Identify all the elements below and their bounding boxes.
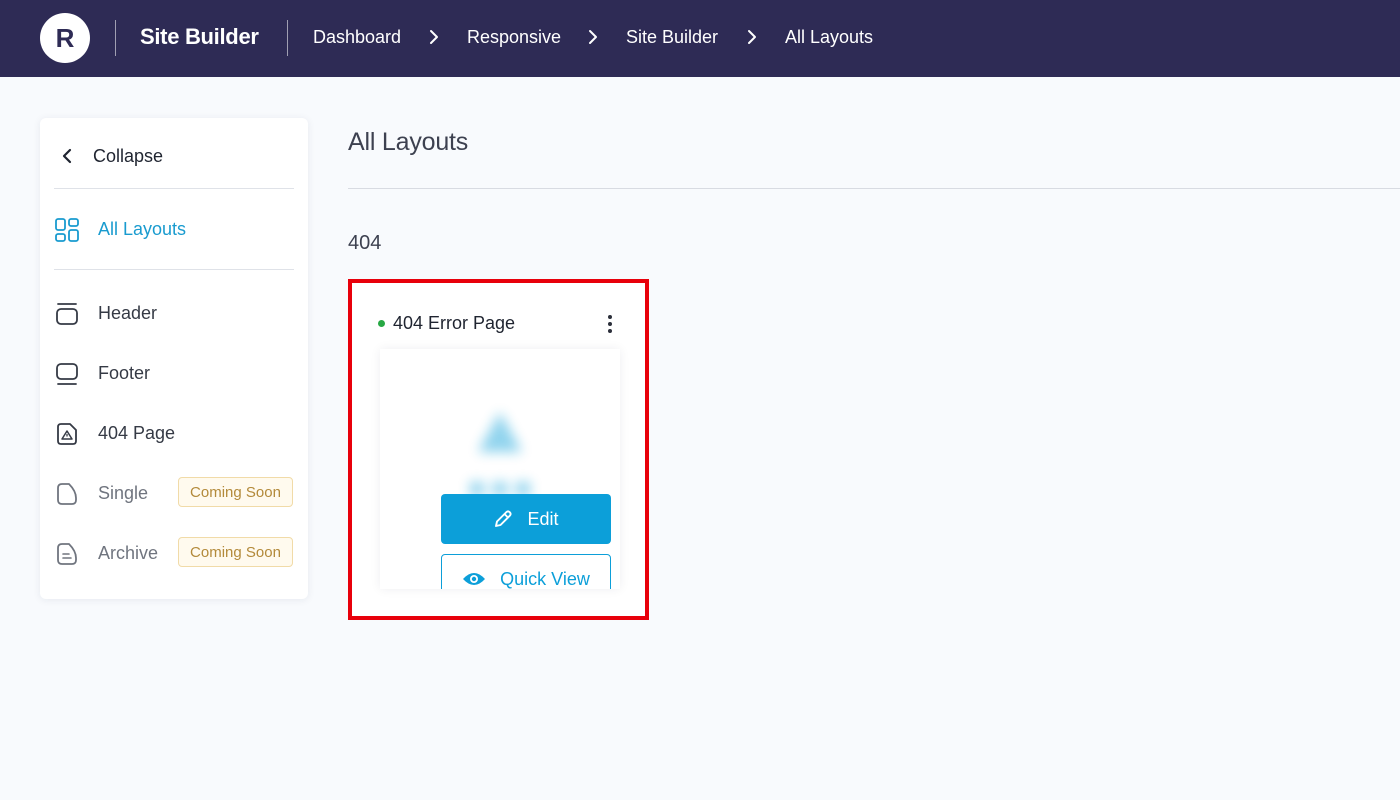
coming-soon-badge: Coming Soon <box>178 477 293 507</box>
collapse-button[interactable]: Collapse <box>54 138 294 174</box>
card-header: 404 Error Page <box>378 313 515 334</box>
more-options-icon[interactable] <box>600 313 620 337</box>
app-name: Site Builder <box>140 24 259 49</box>
quick-view-button[interactable]: Quick View <box>441 554 611 589</box>
sidebar-item-404-page[interactable]: 404 Page <box>54 413 294 453</box>
footer-icon <box>56 363 78 385</box>
section-label: 404 <box>348 232 382 254</box>
sidebar-item-header[interactable]: Header <box>54 293 294 333</box>
status-dot-icon <box>378 320 385 327</box>
sidebar-item-label: Header <box>98 302 158 323</box>
collapse-label: Collapse <box>93 145 164 166</box>
breadcrumb-site-builder[interactable]: Site Builder <box>626 27 718 48</box>
layout-preview: Edit Quick View <box>380 349 620 589</box>
eye-icon <box>462 571 486 587</box>
header-divider <box>287 20 288 56</box>
app-logo[interactable]: R <box>40 13 90 63</box>
card-title: 404 Error Page <box>393 313 516 333</box>
quick-view-button-label: Quick View <box>500 568 590 589</box>
layout-card: 404 Error Page Edit Quick View <box>348 279 649 620</box>
page-title: All Layouts <box>348 128 469 156</box>
sidebar-item-all-layouts[interactable]: All Layouts <box>54 209 294 249</box>
sidebar-item-label: All Layouts <box>98 218 187 239</box>
chevron-right-icon <box>748 30 756 44</box>
logo-letter: R <box>55 22 75 53</box>
title-divider <box>348 188 1400 189</box>
chevron-left-icon <box>62 148 72 164</box>
edit-button-label: Edit <box>527 508 559 529</box>
breadcrumb-all-layouts[interactable]: All Layouts <box>785 27 873 48</box>
breadcrumb-responsive[interactable]: Responsive <box>467 27 561 48</box>
chevron-right-icon <box>589 30 597 44</box>
preview-thumbnail-icon <box>470 412 530 496</box>
sidebar-item-label: Archive <box>98 542 159 563</box>
warning-page-icon <box>57 423 77 445</box>
coming-soon-badge: Coming Soon <box>178 537 293 567</box>
sidebar-item-single[interactable]: Single Coming Soon <box>54 473 294 513</box>
sidebar: Collapse All Layouts Header Footer 404 P… <box>40 118 308 599</box>
sidebar-item-label: Footer <box>98 362 151 383</box>
sidebar-item-archive[interactable]: Archive Coming Soon <box>54 533 294 573</box>
top-bar: R Site Builder Dashboard Responsive Site… <box>0 0 1400 77</box>
chevron-right-icon <box>430 30 438 44</box>
archive-page-icon <box>57 543 77 565</box>
single-page-icon <box>57 483 77 505</box>
edit-button[interactable]: Edit <box>441 494 611 544</box>
grid-icon <box>55 218 79 242</box>
header-icon <box>56 303 78 325</box>
breadcrumb-dashboard[interactable]: Dashboard <box>313 27 401 48</box>
sidebar-item-label: 404 Page <box>98 422 176 443</box>
sidebar-item-label: Single <box>98 482 149 503</box>
header-divider <box>115 20 116 56</box>
sidebar-item-footer[interactable]: Footer <box>54 353 294 393</box>
sidebar-divider <box>54 188 294 189</box>
sidebar-divider <box>54 269 294 270</box>
pencil-icon <box>493 509 513 529</box>
